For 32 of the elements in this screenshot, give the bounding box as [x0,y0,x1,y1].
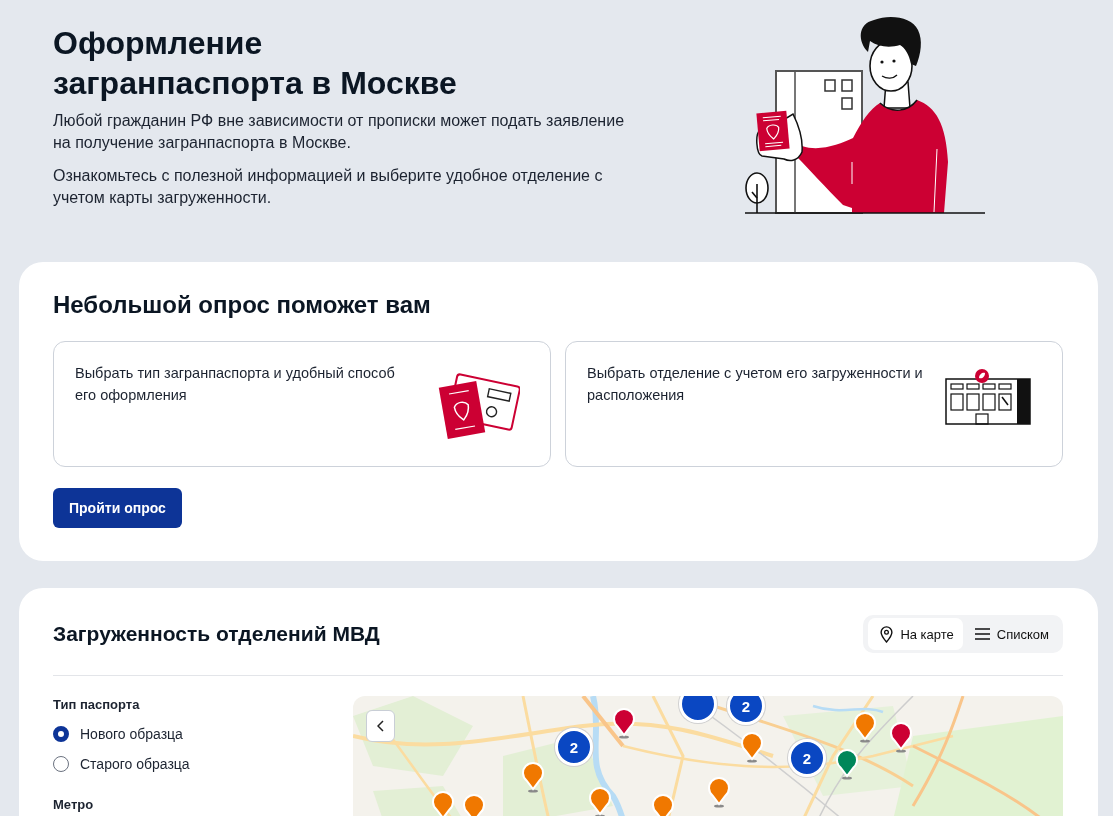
survey-option-card[interactable]: Выбрать отделение с учетом его загруженности и расположения [565,341,1063,467]
view-tab[interactable]: На карте [868,618,963,650]
map-pin-icon[interactable] [588,786,612,816]
view-tab[interactable]: Списком [962,618,1058,650]
page-title: Оформление загранпаспорта в Москве [53,24,458,103]
map-pin-icon[interactable] [462,793,486,816]
survey-option-card[interactable]: Выбрать тип загранпаспорта и удобный способ его оформления [53,341,551,467]
workload-title: Загруженность отделений МВД [53,621,380,647]
menu-icon [974,628,990,640]
survey-title: Небольшой опрос поможет вам [53,290,432,320]
map-pin-icon[interactable] [835,748,859,780]
intro-paragraph: Ознакомьтесь с полезной информацией и выберите удобное отделение с учетом карты загруженности. [53,166,604,208]
map-pin-outline-icon [880,625,894,643]
map-pin-icon[interactable] [612,707,636,739]
map-pin-icon[interactable] [521,761,545,793]
office-building-icon [945,368,1032,426]
map-pin-icon[interactable] [740,731,764,763]
map-pin-icon[interactable] [853,711,877,743]
chevron-left-icon [377,720,384,732]
filter-label: Метро [53,796,95,814]
map-pin-icon[interactable] [707,776,731,808]
map-pin-icon[interactable] [431,790,455,816]
cluster-marker[interactable]: 2 [727,696,765,725]
cluster-marker[interactable] [679,696,717,723]
map-back-button[interactable] [366,710,395,742]
filter-label: Тип паспорта [53,696,141,714]
intro-paragraph: Любой гражданин РФ вне зависимости от прописки может подать заявление на получение загранпаспорта в Москве. [53,111,626,153]
start-survey-button[interactable]: Пройти опрос [53,488,182,528]
radio-option[interactable]: Нового образца [53,719,183,749]
map-pin-icon[interactable] [651,793,675,816]
map-pin-icon[interactable] [889,721,913,753]
radio-option[interactable]: Старого образца [53,749,190,779]
